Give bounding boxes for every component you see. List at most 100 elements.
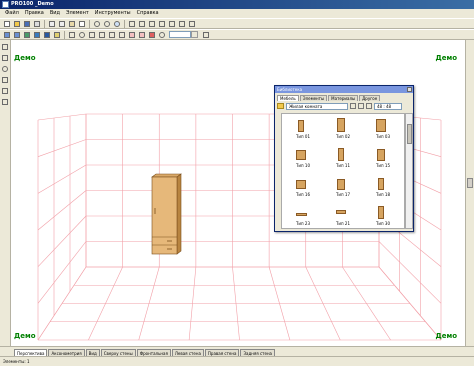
pointer-icon[interactable] — [0, 43, 9, 51]
library-item[interactable]: Тип 03 — [366, 116, 400, 142]
sort-icon[interactable] — [366, 103, 372, 109]
close-icon[interactable] — [407, 87, 412, 92]
move-icon[interactable] — [67, 31, 76, 39]
library-item[interactable]: Тип 17 — [326, 174, 360, 200]
library-item[interactable]: Тип 11 — [326, 145, 360, 171]
group-icon[interactable] — [97, 31, 106, 39]
redo-icon[interactable] — [102, 20, 111, 28]
furniture-thumbnail-icon — [295, 205, 307, 219]
status-bar: Элементы: 1 — [0, 356, 474, 366]
orbit-icon[interactable] — [0, 65, 9, 73]
zoom-out-icon[interactable] — [0, 87, 9, 95]
delete-icon[interactable] — [77, 20, 86, 28]
zoom-icon[interactable] — [112, 20, 121, 28]
folder-select[interactable]: Жилая комната — [286, 102, 348, 110]
view-tab[interactable]: Перспектива — [14, 349, 48, 356]
open-folder-icon[interactable] — [12, 20, 21, 28]
library-items: Тип 01 Тип 02 Тип 03 Тип 10 Тип 11 Тип 15 Тип … — [281, 113, 405, 229]
right-panel-strip — [465, 40, 474, 346]
furniture-thumbnail-icon — [335, 118, 347, 132]
library-scrollbar[interactable] — [405, 113, 413, 229]
dimension-icon[interactable] — [127, 31, 136, 39]
mirror-icon[interactable] — [117, 31, 126, 39]
view-mode-icon[interactable] — [358, 103, 364, 109]
cut-icon[interactable] — [47, 20, 56, 28]
copy-icon[interactable] — [57, 20, 66, 28]
thumbnail-size-select[interactable]: 48 : 48 — [374, 102, 402, 110]
view-right-icon[interactable] — [157, 20, 166, 28]
menu-edit[interactable]: Правка — [22, 9, 47, 18]
light-icon[interactable] — [52, 31, 61, 39]
snap-icon[interactable] — [147, 31, 156, 39]
view-back-icon[interactable] — [167, 20, 176, 28]
view-tab[interactable]: Задняя стена — [240, 349, 276, 356]
folder-icon — [277, 103, 284, 109]
color-icon[interactable] — [42, 31, 51, 39]
library-item[interactable]: Тип 02 — [326, 116, 360, 142]
library-item[interactable]: Тип 30 — [366, 203, 400, 228]
zoom-in-icon[interactable] — [0, 76, 9, 84]
library-item[interactable]: Тип 23 — [286, 203, 320, 228]
furniture-thumbnail-icon — [295, 176, 307, 190]
folder-up-icon[interactable] — [350, 103, 356, 109]
library-item-label: Тип 23 — [295, 221, 311, 226]
ungroup-icon[interactable] — [107, 31, 116, 39]
expand-panel-icon[interactable] — [467, 178, 473, 188]
view-front-icon[interactable] — [127, 20, 136, 28]
library-item[interactable]: Тип 18 — [366, 174, 400, 200]
ruler-icon[interactable] — [0, 98, 9, 106]
tab-other[interactable]: Другое — [359, 95, 381, 101]
menu-help[interactable]: Справка — [134, 9, 162, 18]
info-icon[interactable] — [157, 31, 166, 39]
save-icon[interactable] — [22, 20, 31, 28]
menu-file[interactable]: Файл — [2, 9, 22, 18]
print-icon[interactable] — [32, 20, 41, 28]
library-item[interactable]: Тип 15 — [366, 145, 400, 171]
view-axonometry-icon[interactable] — [187, 20, 196, 28]
rotate-icon[interactable] — [77, 31, 86, 39]
camera-icon[interactable] — [12, 31, 21, 39]
menu-bar: Файл Правка Вид Элемент Инструменты Спра… — [0, 9, 474, 18]
view-tab[interactable]: Вид — [85, 349, 100, 356]
measure-icon[interactable] — [201, 31, 210, 39]
library-item[interactable]: Тип 21 — [326, 203, 360, 228]
undo-icon[interactable] — [92, 20, 101, 28]
view-perspective-icon[interactable] — [177, 20, 186, 28]
menu-tools[interactable]: Инструменты — [92, 9, 134, 18]
align-icon[interactable] — [87, 31, 96, 39]
view-tab[interactable]: Правая стена — [204, 349, 240, 356]
view-tab[interactable]: Фронтальная — [136, 349, 171, 356]
toolbar-separator — [64, 30, 65, 39]
library-item-label: Тип 30 — [375, 221, 391, 226]
tab-furniture[interactable]: Мебель — [277, 95, 299, 101]
view-tab[interactable]: Аксонометрия — [48, 349, 85, 356]
furniture-thumbnail-icon — [375, 205, 387, 219]
menu-element[interactable]: Элемент — [63, 9, 92, 18]
view-tab[interactable]: Сверху стены — [100, 349, 136, 356]
demo-watermark: Демо — [435, 332, 457, 340]
furniture-thumbnail-icon — [335, 176, 347, 190]
wardrobe[interactable] — [151, 173, 182, 255]
paste-icon[interactable] — [67, 20, 76, 28]
scrollbar-thumb[interactable] — [407, 124, 412, 144]
tab-materials[interactable]: Материалы — [328, 95, 359, 101]
library-item-label: Тип 18 — [375, 192, 391, 197]
zoom-input[interactable] — [169, 31, 191, 38]
view-tab[interactable]: Левая стена — [171, 349, 204, 356]
menu-view[interactable]: Вид — [47, 9, 63, 18]
zoom-stepper[interactable] — [191, 31, 198, 38]
new-file-icon[interactable] — [2, 20, 11, 28]
tab-elements[interactable]: Элементы — [299, 95, 328, 101]
texture-icon[interactable] — [32, 31, 41, 39]
select-icon[interactable] — [2, 31, 11, 39]
view-left-icon[interactable] — [147, 20, 156, 28]
library-panel[interactable]: Библиотека Мебель Элементы Материалы Дру… — [274, 85, 414, 232]
pan-icon[interactable] — [0, 54, 9, 62]
render-icon[interactable] — [22, 31, 31, 39]
grid-icon[interactable] — [137, 31, 146, 39]
library-item[interactable]: Тип 16 — [286, 174, 320, 200]
library-item-label: Тип 01 — [295, 134, 311, 139]
view-top-icon[interactable] — [137, 20, 146, 28]
library-item[interactable]: Тип 01 — [286, 116, 320, 142]
library-item[interactable]: Тип 10 — [286, 145, 320, 171]
